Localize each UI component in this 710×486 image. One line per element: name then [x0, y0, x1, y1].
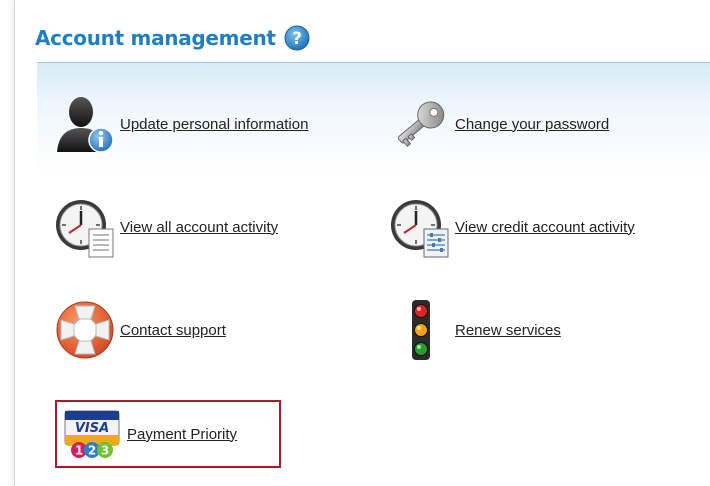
badge-2: 2 — [88, 444, 96, 458]
view-account-activity-link[interactable]: View all account activity — [50, 191, 278, 263]
help-icon[interactable]: ? — [284, 25, 310, 51]
visa-card-123-icon: VISA 1 2 3 — [57, 402, 127, 466]
change-password-link[interactable]: Change your password — [385, 88, 609, 160]
contact-support-link[interactable]: Contact support — [50, 294, 226, 366]
page-title: Account management — [35, 26, 276, 50]
user-info-icon — [50, 88, 120, 160]
visa-card-text: VISA — [75, 421, 109, 436]
traffic-light-icon — [385, 294, 455, 366]
header: Account management ? — [35, 20, 310, 56]
badge-1: 1 — [75, 444, 83, 458]
contact-support-label: Contact support — [120, 321, 226, 339]
view-account-activity-label: View all account activity — [120, 218, 279, 236]
payment-priority-label: Payment Priority — [127, 425, 238, 443]
update-personal-info-label: Update personal information — [120, 115, 309, 133]
update-personal-info-link[interactable]: Update personal information — [50, 88, 308, 160]
clock-document-icon — [50, 191, 120, 263]
key-icon — [385, 88, 455, 160]
svg-text:?: ? — [292, 29, 302, 49]
renew-services-label: Renew services — [455, 321, 561, 339]
badge-3: 3 — [101, 444, 109, 458]
payment-priority-link[interactable]: VISA 1 2 3 Payment Priority — [55, 400, 281, 468]
view-credit-activity-link[interactable]: View credit account activity — [385, 191, 635, 263]
view-credit-activity-label: View credit account activity — [455, 218, 635, 236]
lifebuoy-icon — [50, 294, 120, 366]
renew-services-link[interactable]: Renew services — [385, 294, 561, 366]
account-management-frame: Account management ? Update personal inf… — [14, 0, 710, 486]
change-password-label: Change your password — [455, 115, 610, 133]
clock-ledger-icon — [385, 191, 455, 263]
